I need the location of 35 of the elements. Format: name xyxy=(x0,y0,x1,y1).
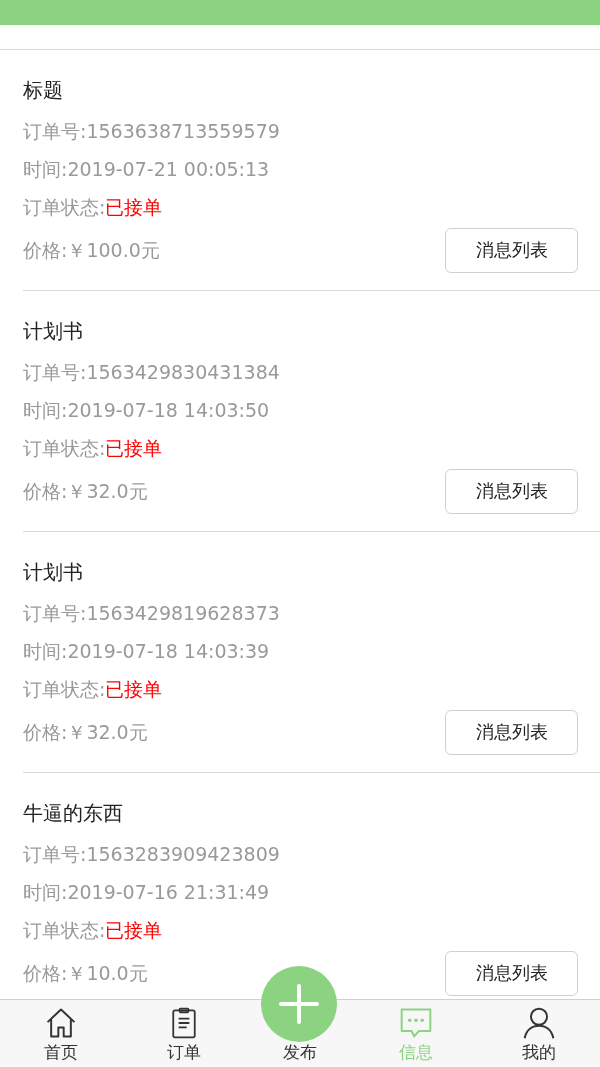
message-list-button[interactable]: 消息列表 xyxy=(445,709,578,755)
order-title: 牛逼的东西 xyxy=(23,800,124,827)
order-title: 计划书 xyxy=(23,318,84,345)
order-number: 订单号:1563429819628373 xyxy=(23,601,281,626)
tab-item[interactable]: 发布 xyxy=(283,1042,317,1062)
order-status: 已接单 xyxy=(105,677,163,702)
order-time: 时间:2019-07-21 00:05:13 xyxy=(23,157,271,182)
order-status: 已接单 xyxy=(105,918,163,943)
status-label: 订单状态: xyxy=(23,677,106,702)
order-time: 时间:2019-07-18 14:03:50 xyxy=(23,398,271,423)
order-number: 订单号:1563429830431384 xyxy=(23,360,281,385)
order-number: 订单号:1563638713559579 xyxy=(23,119,281,144)
message-list-button[interactable]: 消息列表 xyxy=(445,468,578,514)
chat-icon xyxy=(399,1006,434,1040)
status-label: 订单状态: xyxy=(23,436,106,461)
message-list-button[interactable]: 消息列表 xyxy=(445,950,578,996)
order-price: 价格:￥100.0元 xyxy=(23,238,160,263)
order-status: 已接单 xyxy=(105,436,163,461)
order-status: 已接单 xyxy=(105,195,163,220)
status-label: 订单状态: xyxy=(23,918,106,943)
order-price: 价格:￥32.0元 xyxy=(23,479,148,504)
order-price: 价格:￥32.0元 xyxy=(23,720,148,745)
tab-item[interactable]: 订单 xyxy=(122,1000,245,1067)
order-time: 时间:2019-07-18 14:03:39 xyxy=(23,639,271,664)
order-number: 订单号:1563283909423809 xyxy=(23,842,281,867)
order-title: 计划书 xyxy=(23,559,84,586)
tab-item[interactable]: 首页 xyxy=(0,1000,123,1067)
person-icon xyxy=(521,1006,556,1040)
status-label: 订单状态: xyxy=(23,195,106,220)
order-price: 价格:￥10.0元 xyxy=(23,961,148,986)
message-list-button[interactable]: 消息列表 xyxy=(445,227,578,273)
tab-item[interactable]: 我的 xyxy=(477,1000,600,1067)
order-time: 时间:2019-07-16 21:31:49 xyxy=(23,880,271,905)
plus-icon xyxy=(279,984,319,1024)
order-title: 标题 xyxy=(23,77,64,104)
